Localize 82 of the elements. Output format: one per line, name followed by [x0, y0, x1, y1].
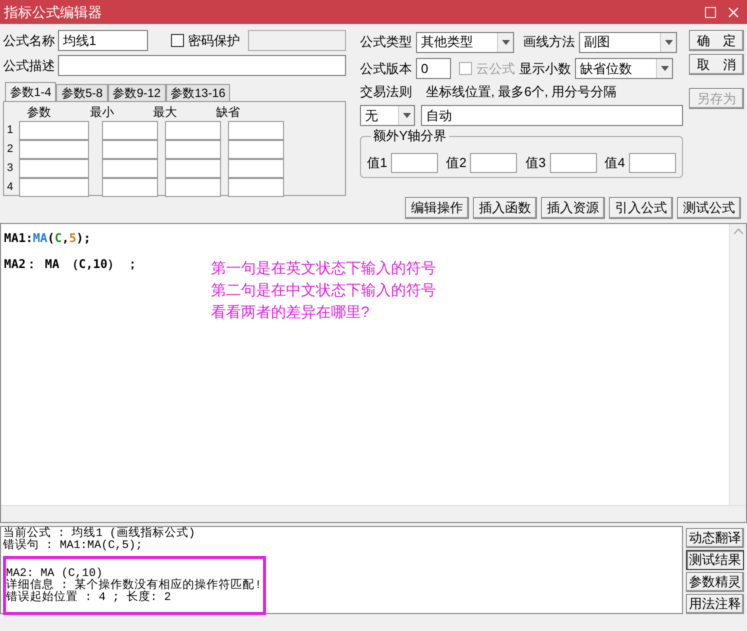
column-header: 最小 — [89, 104, 115, 121]
annotation-text: 第二句是在中文状态下输入的符号 — [211, 281, 436, 301]
trade-rule-select[interactable]: 无 — [360, 105, 415, 126]
close-icon[interactable] — [728, 6, 739, 18]
output-line: 错误句 : MA1:MA(C,5); — [3, 540, 144, 552]
field-label: 公式版本 — [360, 60, 412, 78]
tool-button[interactable]: 测试公式 — [677, 197, 741, 219]
decimals-select[interactable]: 缺省位数 — [575, 58, 673, 79]
tab[interactable]: 参数13-16 — [166, 84, 230, 101]
tool-button[interactable]: 插入资源 — [541, 197, 605, 219]
param-input[interactable] — [102, 178, 158, 197]
param-input[interactable] — [19, 178, 89, 197]
tool-button[interactable]: 引入公式 — [609, 197, 673, 219]
row-number: 3 — [7, 161, 14, 176]
param-input[interactable] — [19, 159, 89, 178]
field-label: 值1 — [367, 154, 388, 172]
dialog-button[interactable]: 取 消 — [688, 54, 744, 75]
side-button[interactable]: 测试结果 — [686, 550, 744, 570]
tab[interactable]: 参数5-8 — [56, 84, 108, 101]
tab[interactable]: 参数1-4 — [5, 82, 56, 101]
field-label: 显示小数 — [519, 60, 571, 78]
checkbox[interactable] — [171, 34, 184, 47]
field-label: 公式名称 — [3, 32, 55, 50]
value-input[interactable] — [550, 153, 597, 173]
side-button[interactable]: 用法注释 — [686, 594, 744, 614]
param-input[interactable] — [102, 140, 158, 159]
type-select[interactable]: 其他类型 — [416, 32, 514, 52]
param-input[interactable] — [102, 159, 158, 178]
param-input[interactable] — [165, 178, 221, 197]
field-label: 坐标线位置, 最多6个, 用分号分隔 — [426, 83, 617, 102]
draw-method-select[interactable]: 副图 — [579, 32, 677, 52]
field-label: 值4 — [604, 154, 625, 172]
name-field[interactable]: 均线1 — [58, 30, 148, 51]
side-button[interactable]: 动态翻译 — [686, 528, 744, 548]
value-input[interactable] — [470, 153, 518, 173]
maximize-icon[interactable] — [705, 6, 716, 18]
vertical-scrollbar[interactable] — [729, 224, 746, 505]
window-title: 指标公式编辑器 — [4, 2, 103, 22]
field-label: 值2 — [446, 154, 466, 172]
annotation-text: 看看两者的差异在哪里? — [211, 303, 370, 323]
field-label: 公式描述 — [3, 56, 55, 75]
param-input[interactable] — [102, 121, 158, 140]
param-input[interactable] — [228, 121, 284, 140]
param-input[interactable] — [19, 140, 89, 159]
column-header: 最大 — [152, 104, 178, 121]
column-header: 参数 — [26, 104, 52, 121]
row-number: 4 — [7, 180, 14, 196]
param-input[interactable] — [165, 121, 221, 140]
output-line: 详细信息 : 某个操作数没有相应的操作符匹配! — [6, 580, 263, 592]
field-label: 公式类型 — [360, 33, 412, 52]
field-label: 画线方法 — [523, 34, 575, 49]
param-input[interactable] — [19, 121, 89, 140]
tool-button[interactable]: 插入函数 — [473, 197, 537, 219]
description-field[interactable] — [58, 55, 346, 76]
group-title: 额外Y轴分界 — [371, 128, 449, 144]
code-line: MA1:MA(C,5); — [4, 230, 91, 247]
output-line: 错误起始位置 : 4 ; 长度: 2 — [6, 592, 172, 604]
annotation-text: 第一句是在英文状态下输入的符号 — [211, 259, 436, 279]
row-number: 1 — [7, 123, 14, 138]
param-input[interactable] — [228, 178, 284, 197]
field-label: 交易法则 — [360, 83, 413, 102]
dialog-button[interactable]: 确 定 — [688, 30, 744, 51]
tool-button[interactable]: 编辑操作 — [405, 197, 469, 219]
tab[interactable]: 参数9-12 — [108, 84, 166, 101]
param-input[interactable] — [165, 159, 221, 178]
param-input[interactable] — [228, 140, 284, 159]
row-number: 2 — [7, 142, 14, 158]
axis-field[interactable]: 自动 — [421, 105, 683, 126]
version-field[interactable]: 0 — [416, 58, 451, 79]
param-input[interactable] — [165, 140, 221, 159]
value-input[interactable] — [391, 153, 438, 173]
checkbox-label: 云公式 — [476, 60, 515, 78]
value-input[interactable] — [628, 153, 676, 173]
column-header: 缺省 — [215, 104, 241, 121]
code-line: MA2： MA （C,10） ； — [4, 256, 139, 273]
field-label: 值3 — [525, 154, 546, 172]
checkbox-label: 密码保护 — [188, 32, 240, 50]
scroll-up-icon[interactable] — [734, 228, 742, 234]
output-line: 当前公式 : 均线1 (画线指标公式) — [3, 528, 196, 540]
side-button[interactable]: 参数精灵 — [686, 572, 744, 592]
horizontal-scrollbar[interactable] — [1, 505, 746, 522]
param-input[interactable] — [228, 159, 284, 178]
